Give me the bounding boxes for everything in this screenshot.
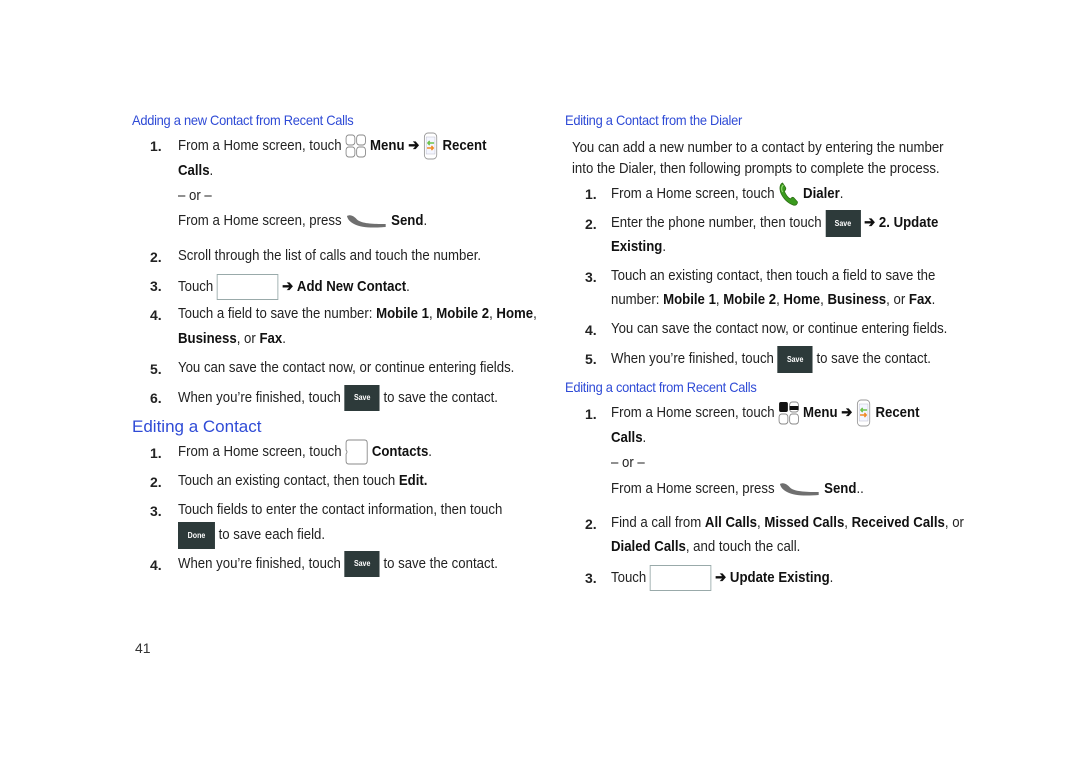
intro-paragraph: You can add a new number to a contact by… (572, 139, 944, 156)
recent-step-3: Touch ➔ Update Existing. (611, 565, 864, 592)
contacts-icon (345, 438, 368, 466)
edit-step-2: Touch an existing contact, then touch Ed… (178, 472, 428, 489)
recent-calls-icon (423, 132, 439, 160)
save-button[interactable]: Save (825, 209, 861, 237)
dialer-step-1: From a Home screen, touch Dialer. (611, 180, 875, 208)
step-5: You can save the contact now, or continu… (178, 359, 515, 376)
page-number: 41 (135, 640, 151, 656)
send-key-icon (778, 481, 820, 497)
options-button[interactable] (216, 274, 279, 301)
options-button[interactable] (649, 565, 712, 592)
step-1: 1. (150, 138, 162, 156)
recent-step-1-alt: From a Home screen, press Send.. (611, 480, 864, 497)
section-heading-editing-contact: Editing a Contact (132, 417, 262, 436)
step-1-text: From a Home screen, touch Menu ➔ Recent (178, 132, 529, 160)
menu-grid-icon (778, 401, 799, 425)
edit-step-4: When you’re finished, touch Save to save… (178, 550, 542, 578)
dialer-phone-icon (778, 181, 799, 207)
recent-step-1: From a Home screen, touch Menu ➔ Recent (611, 399, 962, 427)
edit-step-1: From a Home screen, touch Contacts. (178, 438, 467, 466)
dialer-step-5: When you’re finished, touch Save to save… (611, 345, 975, 373)
menu-grid-icon (345, 134, 366, 158)
dialer-step-4: You can save the contact now, or continu… (611, 320, 948, 337)
edit-step-3: Touch fields to enter the contact inform… (178, 501, 503, 518)
step-number: 1. (150, 138, 162, 154)
done-button[interactable]: Done (178, 521, 215, 549)
or-divider: – or – (611, 454, 645, 471)
or-divider: – or – (178, 187, 212, 204)
dialer-step-2: Enter the phone number, then touch Save … (611, 209, 983, 237)
step-2: Scroll through the list of calls and tou… (178, 247, 482, 264)
section-heading-editing-contact-dialer: Editing a Contact from the Dialer (565, 112, 743, 128)
recent-calls-icon (856, 399, 872, 427)
save-button[interactable]: Save (344, 551, 380, 578)
section-heading-adding-contact-recent-calls: Adding a new Contact from Recent Calls (132, 112, 354, 128)
section-heading-editing-contact-recent-calls: Editing a contact from Recent Calls (565, 379, 757, 395)
step-6: When you’re finished, touch Save to save… (178, 384, 542, 412)
step-1-alt: From a Home screen, press Send. (178, 212, 428, 229)
recent-step-2: Find a call from All Calls, Missed Calls… (611, 514, 964, 531)
send-key-icon (345, 213, 387, 229)
save-button[interactable]: Save (344, 385, 380, 412)
step-3: Touch ➔ Add New Contact. (178, 274, 441, 301)
step-4: Touch a field to save the number: Mobile… (178, 305, 537, 322)
dialer-step-3: Touch an existing contact, then touch a … (611, 267, 936, 284)
save-button[interactable]: Save (777, 345, 813, 373)
